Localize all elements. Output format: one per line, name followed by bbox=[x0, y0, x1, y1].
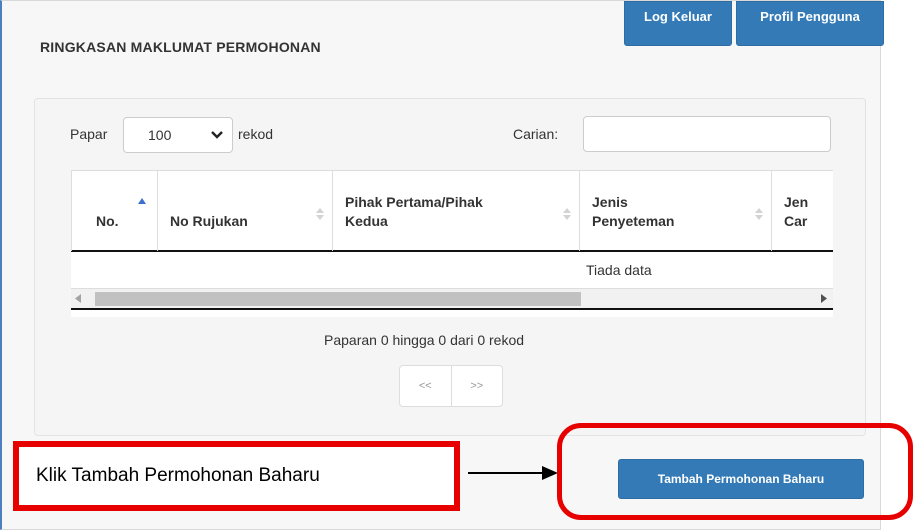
logout-button[interactable]: Log Keluar bbox=[624, 1, 732, 46]
search-input[interactable] bbox=[583, 116, 831, 152]
search-label: Carian: bbox=[513, 126, 559, 142]
sort-icon bbox=[563, 208, 571, 220]
column-header-label: Jenis bbox=[592, 194, 628, 210]
annotation-text: Klik Tambah Permohonan Baharu bbox=[36, 465, 320, 486]
column-header-no-rujukan[interactable]: No Rujukan bbox=[157, 171, 332, 251]
annotation-callout: Klik Tambah Permohonan Baharu bbox=[13, 441, 460, 511]
show-entries-label: Papar bbox=[70, 126, 108, 142]
table-header: No. No Rujukan Pihak Pertama/Pihak Kedua bbox=[71, 170, 833, 252]
records-label: rekod bbox=[238, 126, 274, 142]
empty-table-row: Tiada data bbox=[71, 252, 833, 289]
column-header-label: Jen bbox=[784, 194, 809, 210]
previous-page-button[interactable]: << bbox=[400, 366, 451, 406]
chevron-down-icon bbox=[211, 131, 223, 139]
column-header-label: No Rujukan bbox=[170, 213, 248, 229]
annotation-highlight bbox=[557, 423, 913, 520]
sort-icon bbox=[316, 208, 324, 220]
column-header-pihak[interactable]: Pihak Pertama/Pihak Kedua bbox=[332, 171, 579, 251]
sort-ascending-icon bbox=[138, 198, 146, 204]
column-header-label: Penyeteman bbox=[592, 213, 675, 229]
column-header-jenis-penyeteman[interactable]: Jenis Penyeteman bbox=[579, 171, 771, 251]
column-header-label: Pihak Pertama/Pihak bbox=[345, 194, 483, 210]
table-info: Paparan 0 hingga 0 dari 0 rekod bbox=[324, 332, 525, 348]
column-header-label: Car bbox=[784, 213, 808, 229]
column-header-no[interactable]: No. bbox=[71, 171, 157, 251]
page-title: RINGKASAN MAKLUMAT PERMOHONAN bbox=[40, 39, 321, 55]
results-table: No. No Rujukan Pihak Pertama/Pihak Kedua bbox=[71, 170, 833, 317]
scroll-left-icon[interactable] bbox=[75, 294, 81, 303]
pagination: << >> bbox=[399, 365, 503, 407]
show-entries-select[interactable]: 100 bbox=[123, 117, 233, 153]
column-header-label: Kedua bbox=[345, 213, 388, 229]
profile-button[interactable]: Profil Pengguna bbox=[736, 1, 884, 46]
show-entries-value: 100 bbox=[148, 127, 172, 143]
scrollbar-thumb[interactable] bbox=[95, 292, 581, 306]
empty-table-message: Tiada data bbox=[586, 262, 652, 278]
column-header-jenis-cara[interactable]: Jen Car bbox=[771, 171, 833, 251]
sort-icon bbox=[755, 208, 763, 220]
datatable-container: Papar 100 rekod Carian: No. No Rujukan P… bbox=[34, 98, 866, 436]
column-header-label: No. bbox=[96, 213, 119, 229]
arrow-right-icon bbox=[468, 466, 558, 480]
scroll-right-icon[interactable] bbox=[821, 294, 827, 303]
horizontal-scrollbar[interactable] bbox=[71, 289, 833, 310]
next-page-button[interactable]: >> bbox=[450, 366, 503, 406]
